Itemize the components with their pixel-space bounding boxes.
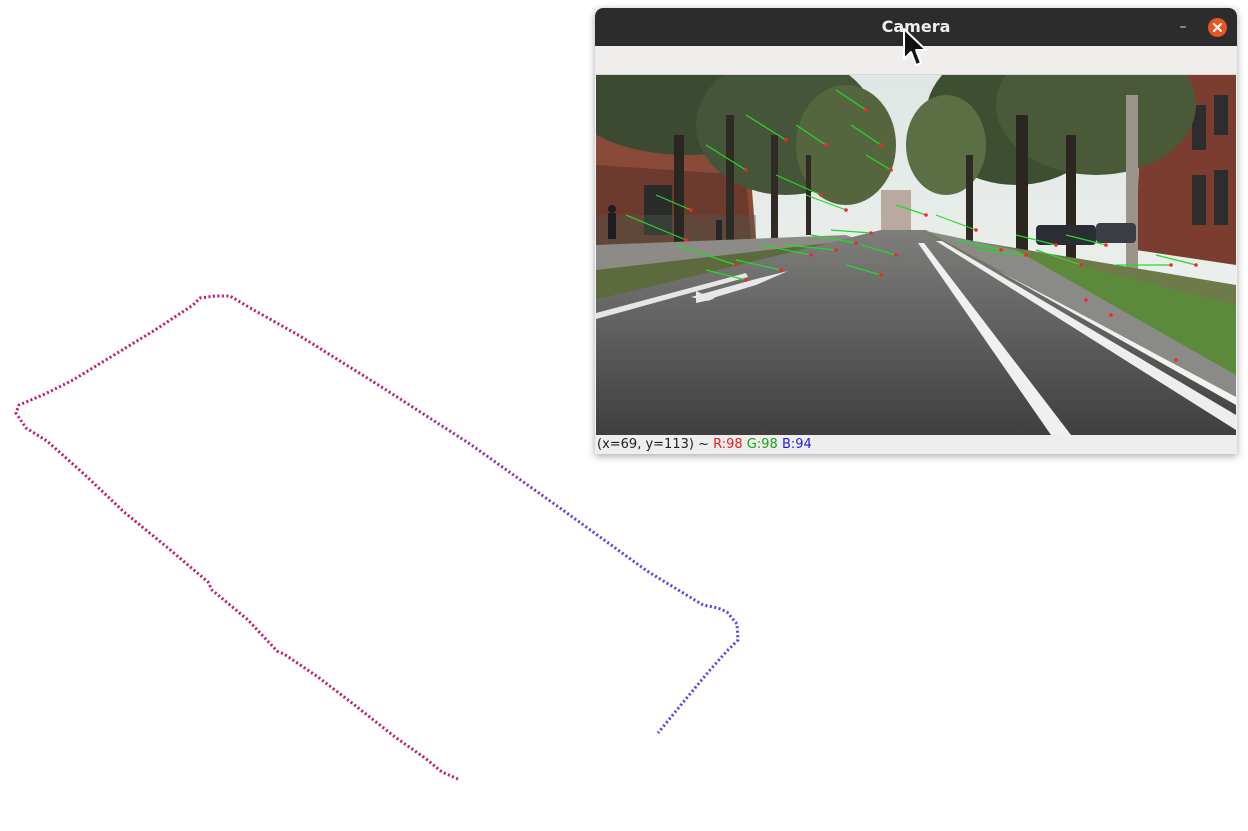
red-value: R:98 [713,437,743,452]
camera-window[interactable]: Camera – (x=69, y=113) ~ R:98 G:98 B:94 [595,8,1237,454]
camera-image[interactable] [596,75,1236,435]
cursor-coordinates: (x=69, y=113) ~ [597,437,714,452]
pixel-info-statusbar: (x=69, y=113) ~ R:98 G:98 B:94 [595,435,1237,454]
minimize-button[interactable]: – [1174,18,1192,36]
mouse-cursor-icon [903,28,927,66]
trajectory-viewer[interactable]: Camera – (x=69, y=113) ~ R:98 G:98 B:94 [0,0,1248,827]
blue-value: B:94 [781,437,812,452]
green-value: G:98 [746,437,778,452]
close-icon [1213,23,1222,32]
street-scene-image [596,75,1236,435]
close-button[interactable] [1208,18,1227,37]
